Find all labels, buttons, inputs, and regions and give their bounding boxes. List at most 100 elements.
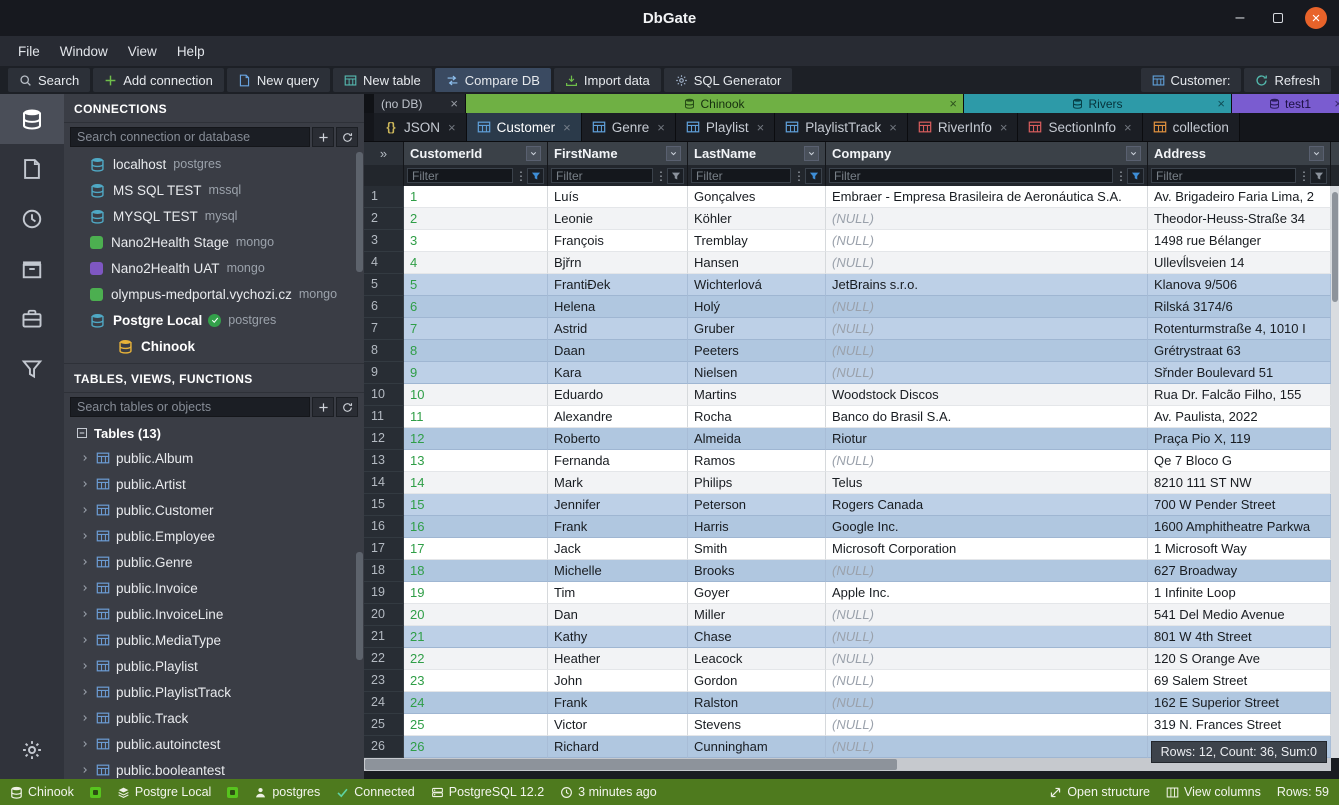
- toolbar-search-button[interactable]: Search: [8, 68, 90, 92]
- cell-customerid[interactable]: 7: [404, 318, 548, 340]
- db-tab-chinook[interactable]: Chinook×: [466, 94, 964, 113]
- toolbar-refresh-button[interactable]: Refresh: [1244, 68, 1331, 92]
- kebab-menu-icon[interactable]: ⋮: [1115, 170, 1125, 182]
- cell-lastname[interactable]: Ramos: [688, 450, 826, 472]
- object-search-input[interactable]: [70, 397, 310, 417]
- table-row[interactable]: 66HelenaHolý(NULL)Rilská 3174/6: [364, 296, 1339, 318]
- activitybar-archive[interactable]: [0, 244, 64, 294]
- close-tab-icon[interactable]: ×: [448, 121, 456, 134]
- table-row[interactable]: 77AstridGruber(NULL)Rotenturmstraße 4, 1…: [364, 318, 1339, 340]
- cell-customerid[interactable]: 12: [404, 428, 548, 450]
- cell-lastname[interactable]: Ralston: [688, 692, 826, 714]
- cell-lastname[interactable]: Peeters: [688, 340, 826, 362]
- cell-firstname[interactable]: Frank: [548, 692, 688, 714]
- cell-lastname[interactable]: Köhler: [688, 208, 826, 230]
- cell-customerid[interactable]: 10: [404, 384, 548, 406]
- cell-company[interactable]: (NULL): [826, 736, 1148, 758]
- cell-firstname[interactable]: Richard: [548, 736, 688, 758]
- connection-item-nano2health-uat[interactable]: Nano2Health UATmongo: [64, 255, 364, 281]
- menu-view[interactable]: View: [118, 40, 167, 63]
- table-item-public-employee[interactable]: public.Employee: [64, 523, 364, 549]
- column-menu-button[interactable]: [804, 146, 819, 161]
- cell-address[interactable]: 319 N. Frances Street: [1148, 714, 1331, 736]
- column-menu-button[interactable]: [1126, 146, 1141, 161]
- cell-company[interactable]: (NULL): [826, 318, 1148, 340]
- cell-customerid[interactable]: 18: [404, 560, 548, 582]
- cell-firstname[interactable]: Dan: [548, 604, 688, 626]
- row-number[interactable]: 21: [364, 626, 404, 648]
- cell-firstname[interactable]: Roberto: [548, 428, 688, 450]
- refresh-connections-button[interactable]: [336, 127, 358, 147]
- table-row[interactable]: 2424FrankRalston(NULL)162 E Superior Str…: [364, 692, 1339, 714]
- connections-scrollbar[interactable]: [356, 152, 363, 272]
- table-item-public-genre[interactable]: public.Genre: [64, 549, 364, 575]
- cell-lastname[interactable]: Holý: [688, 296, 826, 318]
- table-row[interactable]: 1313FernandaRamos(NULL)Qe 7 Bloco G: [364, 450, 1339, 472]
- cell-address[interactable]: 1 Infinite Loop: [1148, 582, 1331, 604]
- cell-lastname[interactable]: Tremblay: [688, 230, 826, 252]
- cell-lastname[interactable]: Goyer: [688, 582, 826, 604]
- row-number[interactable]: 25: [364, 714, 404, 736]
- table-row[interactable]: 99KaraNielsen(NULL)Sřnder Boulevard 51: [364, 362, 1339, 384]
- status-chinook[interactable]: Chinook: [10, 785, 74, 799]
- cell-address[interactable]: 700 W Pender Street: [1148, 494, 1331, 516]
- cell-company[interactable]: (NULL): [826, 230, 1148, 252]
- table-row[interactable]: 2121KathyChase(NULL)801 W 4th Street: [364, 626, 1339, 648]
- status-open-structure[interactable]: Open structure: [1049, 785, 1150, 799]
- activitybar-plugins[interactable]: [0, 294, 64, 344]
- row-number[interactable]: 10: [364, 384, 404, 406]
- cell-company[interactable]: (NULL): [826, 362, 1148, 384]
- cell-company[interactable]: Rogers Canada: [826, 494, 1148, 516]
- cell-customerid[interactable]: 1: [404, 186, 548, 208]
- activitybar-history[interactable]: [0, 194, 64, 244]
- table-row[interactable]: 1818MichelleBrooks(NULL)627 Broadway: [364, 560, 1339, 582]
- close-tab-icon[interactable]: ×: [1334, 97, 1339, 110]
- cell-lastname[interactable]: Peterson: [688, 494, 826, 516]
- cell-customerid[interactable]: 13: [404, 450, 548, 472]
- cell-address[interactable]: 69 Salem Street: [1148, 670, 1331, 692]
- row-number[interactable]: 17: [364, 538, 404, 560]
- table-row[interactable]: 11LuísGonçalvesEmbraer - Empresa Brasile…: [364, 186, 1339, 208]
- cell-firstname[interactable]: Luís: [548, 186, 688, 208]
- table-row[interactable]: 1212RobertoAlmeidaRioturPraça Pio X, 119: [364, 428, 1339, 450]
- row-number[interactable]: 11: [364, 406, 404, 428]
- cell-firstname[interactable]: Heather: [548, 648, 688, 670]
- status-view-columns[interactable]: View columns: [1166, 785, 1261, 799]
- status-rows-59[interactable]: Rows: 59: [1277, 785, 1329, 799]
- cell-company[interactable]: (NULL): [826, 670, 1148, 692]
- row-number[interactable]: 7: [364, 318, 404, 340]
- cell-company[interactable]: Embraer - Empresa Brasileira de Aeronáut…: [826, 186, 1148, 208]
- cell-customerid[interactable]: 4: [404, 252, 548, 274]
- row-number[interactable]: 15: [364, 494, 404, 516]
- activitybar-query-designer[interactable]: [0, 344, 64, 394]
- cell-customerid[interactable]: 21: [404, 626, 548, 648]
- connection-item-postgre-local[interactable]: Postgre Localpostgres: [64, 307, 364, 333]
- row-number[interactable]: 24: [364, 692, 404, 714]
- status-postgre-local[interactable]: Postgre Local: [117, 785, 211, 799]
- cell-lastname[interactable]: Gordon: [688, 670, 826, 692]
- table-row[interactable]: 1616FrankHarrisGoogle Inc.1600 Amphithea…: [364, 516, 1339, 538]
- toolbar-new-table-button[interactable]: New table: [333, 68, 432, 92]
- db-tab-no-db[interactable]: (no DB)×: [374, 94, 466, 113]
- cell-firstname[interactable]: Astrid: [548, 318, 688, 340]
- cell-lastname[interactable]: Stevens: [688, 714, 826, 736]
- minimize-button[interactable]: –: [1229, 7, 1251, 29]
- vertical-scrollbar[interactable]: [1331, 186, 1339, 758]
- filter-funnel-button[interactable]: [527, 168, 544, 184]
- status-postgres[interactable]: postgres: [254, 785, 320, 799]
- cell-company[interactable]: (NULL): [826, 692, 1148, 714]
- tab-customer[interactable]: Customer×: [467, 113, 582, 141]
- cell-lastname[interactable]: Almeida: [688, 428, 826, 450]
- cell-company[interactable]: (NULL): [826, 208, 1148, 230]
- toolbar-compare-db-button[interactable]: Compare DB: [435, 68, 551, 92]
- column-header-address[interactable]: Address: [1148, 142, 1331, 165]
- cell-address[interactable]: Qe 7 Bloco G: [1148, 450, 1331, 472]
- cell-company[interactable]: Woodstock Discos: [826, 384, 1148, 406]
- cell-address[interactable]: Av. Brigadeiro Faria Lima, 2: [1148, 186, 1331, 208]
- cell-address[interactable]: 1498 rue Bélanger: [1148, 230, 1331, 252]
- filter-input-customerid[interactable]: [407, 168, 513, 183]
- cell-lastname[interactable]: Leacock: [688, 648, 826, 670]
- close-button[interactable]: ×: [1305, 7, 1327, 29]
- cell-address[interactable]: Theodor-Heuss-Straße 34: [1148, 208, 1331, 230]
- table-item-public-playlisttrack[interactable]: public.PlaylistTrack: [64, 679, 364, 705]
